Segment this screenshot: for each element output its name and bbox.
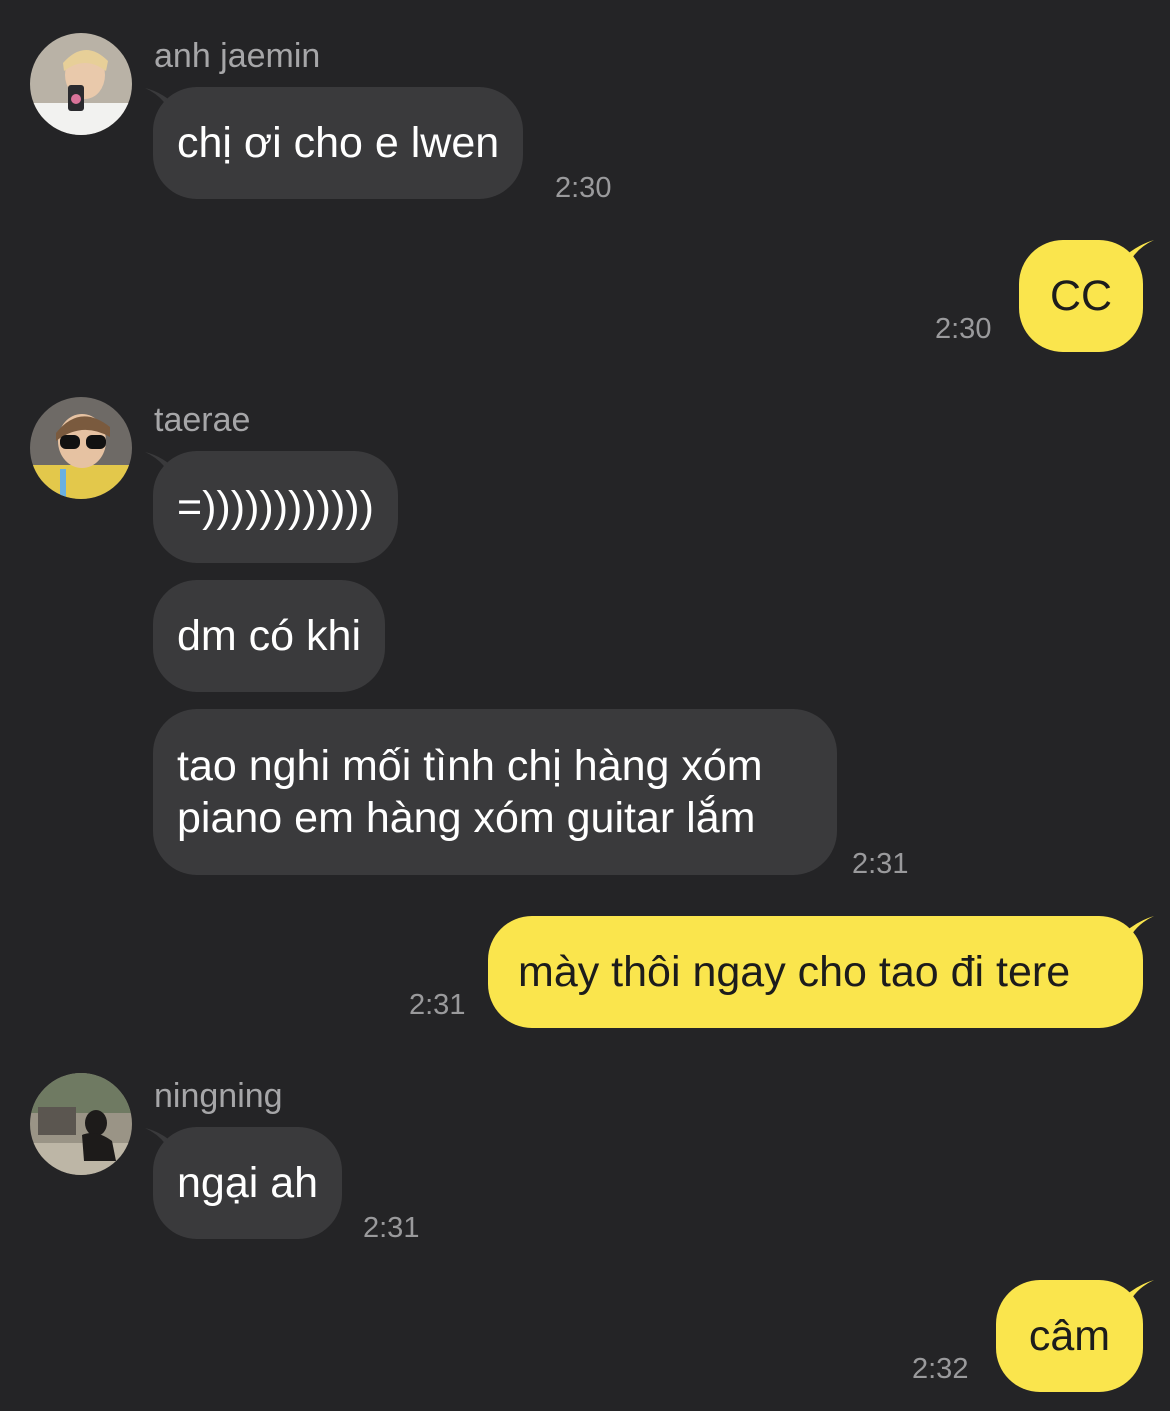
avatar-taerae[interactable]: [30, 397, 132, 499]
avatar-ningning[interactable]: [30, 1073, 132, 1175]
message-text: CC: [1049, 272, 1113, 320]
avatar-photo-icon: [30, 1073, 132, 1175]
message-text: mày thôi ngay cho tao đi tere: [518, 948, 1071, 996]
message-bubble-incoming[interactable]: chị ơi cho e lwen: [153, 87, 524, 199]
avatar-anh-jaemin[interactable]: [30, 33, 132, 135]
message-text: tao nghi mối tình chị hàng xóm piano em …: [177, 742, 763, 842]
message-text: chị ơi cho e lwen: [177, 119, 500, 167]
sender-name: anh jaemin: [154, 37, 321, 75]
message-time: 2:31: [363, 1212, 420, 1244]
sender-name: ningning: [154, 1077, 283, 1115]
message-bubble-incoming[interactable]: tao nghi mối tình chị hàng xóm piano em …: [153, 709, 837, 875]
message-time: 2:31: [409, 989, 466, 1021]
message-bubble-incoming[interactable]: ngại ah: [153, 1127, 343, 1239]
message-time: 2:30: [555, 172, 612, 204]
message-bubble-incoming[interactable]: dm có khi: [153, 580, 386, 692]
message-text: dm có khi: [177, 612, 362, 660]
avatar-photo-icon: [30, 397, 132, 499]
message-time: 2:31: [852, 848, 909, 880]
message-bubble-outgoing[interactable]: câm: [996, 1280, 1143, 1392]
message-text: câm: [1028, 1312, 1111, 1360]
avatar-photo-icon: [30, 33, 132, 135]
message-bubble-incoming[interactable]: =)))))))))))): [153, 451, 398, 563]
message-text: ngại ah: [177, 1159, 319, 1207]
message-time: 2:30: [935, 313, 992, 345]
message-bubble-outgoing[interactable]: mày thôi ngay cho tao đi tere: [488, 916, 1143, 1028]
message-time: 2:32: [912, 1353, 969, 1385]
sender-name: taerae: [154, 401, 251, 439]
message-bubble-outgoing[interactable]: CC: [1019, 240, 1143, 352]
message-text: =)))))))))))): [177, 483, 374, 531]
